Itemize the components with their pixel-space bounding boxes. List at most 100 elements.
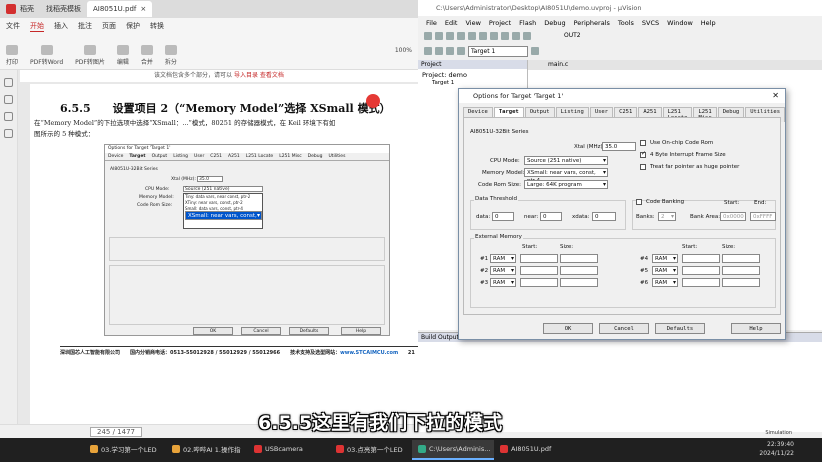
editor-tab-main[interactable]: main.c [528,60,822,70]
ext3-type-select[interactable]: RAM [490,278,516,287]
edit-button[interactable]: 编辑 [116,45,129,66]
ext1-type-select[interactable]: RAM [490,254,516,263]
ext6-type-select[interactable]: RAM [652,278,678,287]
menu-annotate[interactable]: 批注 [78,21,92,31]
menu-file[interactable]: 文件 [6,21,20,31]
ext4-start-input[interactable] [682,254,720,263]
view-doc-link[interactable]: 查看文档 [260,72,284,79]
ok-button[interactable]: OK [543,323,593,334]
bookmark-icon[interactable] [523,31,531,40]
tab-docer[interactable]: 稻壳 [0,1,40,17]
rebuild-icon[interactable] [446,47,454,55]
menu-view[interactable]: View [465,19,480,27]
xtal-input[interactable]: 35.0 [602,142,636,151]
taskbar-item-5[interactable]: C:\Users\Adminis... [412,440,494,460]
taskbar-item-1[interactable]: 03.学习第一个LED [84,440,166,460]
save-icon[interactable] [446,31,454,40]
memory-model-select[interactable]: XSmall: near vars, const, ptr-4 [524,168,608,184]
intr-frame-checkbox[interactable] [640,150,646,158]
print-button[interactable]: 打印 [6,45,18,66]
tab-pdf-document[interactable]: AI8051U.pdf × [87,1,153,17]
ext6-start-input[interactable] [682,278,720,287]
copy-icon[interactable] [468,31,476,40]
close-tab-icon[interactable]: × [140,5,146,13]
code-rom-select[interactable]: Large: 64K program [524,180,608,189]
menu-tools[interactable]: Tools [618,19,634,27]
thumbnail-icon[interactable] [4,95,13,104]
ext1-size-input[interactable] [560,254,598,263]
menu-help[interactable]: Help [701,19,716,27]
close-icon[interactable]: ✕ [772,91,779,100]
menu-project[interactable]: Project [489,19,511,27]
comment-icon[interactable] [4,112,13,121]
tab-find-template[interactable]: 找稻壳模板 [40,1,87,17]
menu-peripherals[interactable]: Peripherals [574,19,610,27]
menu-page[interactable]: 页面 [102,21,116,31]
taskbar-item-2[interactable]: 02.哔哔AI 1.操作指 [166,440,248,460]
defaults-button[interactable]: Defaults [655,323,705,334]
cancel-button[interactable]: Cancel [599,323,649,334]
bank-start-input[interactable]: 0x0000 [720,212,746,221]
merge-button[interactable]: 合并 [140,45,153,66]
import-toc-link[interactable]: 导入目录 [234,72,258,79]
ext5-start-input[interactable] [682,266,720,275]
ext2-start-input[interactable] [520,266,558,275]
menu-protect[interactable]: 保护 [126,21,140,31]
ext3-start-input[interactable] [520,278,558,287]
bank-end-input[interactable]: 0xFFFF [750,212,776,221]
menu-window[interactable]: Window [667,19,693,27]
search-icon[interactable] [4,129,13,138]
find-icon[interactable] [512,31,520,40]
banks-select[interactable]: 2 [658,212,676,221]
project-target[interactable]: Target 1 [418,79,527,86]
menu-home[interactable]: 开始 [30,21,44,32]
menu-edit[interactable]: Edit [445,19,458,27]
ext4-type-select[interactable]: RAM [652,254,678,263]
paste-icon[interactable] [479,31,487,40]
project-root[interactable]: Project: demo [418,69,527,79]
pdf-to-image-button[interactable]: PDF转图片 [75,45,105,66]
floating-record-button[interactable] [366,94,380,108]
menu-convert[interactable]: 转换 [150,21,164,31]
ext2-type-select[interactable]: RAM [490,266,516,275]
taskbar-item-4[interactable]: 03.点亮第一个LED [330,440,412,460]
zoom-level[interactable]: 100% [395,47,412,54]
system-clock[interactable]: 22:39:40 2024/11/22 [759,440,794,458]
pdf-to-word-button[interactable]: PDF转Word [30,45,63,66]
options-icon[interactable] [531,47,539,55]
menu-svcs[interactable]: SVCS [642,19,659,27]
menu-file[interactable]: File [426,19,437,27]
undo-icon[interactable] [490,31,498,40]
code-banking-checkbox[interactable] [636,199,642,205]
menu-flash[interactable]: Flash [519,19,536,27]
taskbar-item-6[interactable]: AI8051U.pdf [494,440,576,460]
taskbar-item-3[interactable]: USBcamera [248,440,330,460]
open-icon[interactable] [435,31,443,40]
data-threshold-input[interactable]: 0 [492,212,514,221]
ext6-size-input[interactable] [722,278,760,287]
cpu-mode-select[interactable]: Source (251 native) [524,156,608,165]
compile-icon[interactable] [424,47,432,55]
target-select[interactable]: Target 1 [468,45,528,57]
new-file-icon[interactable] [424,31,432,40]
ext1-start-input[interactable] [520,254,558,263]
ext2-size-input[interactable] [560,266,598,275]
website-link[interactable]: www.STCAIMCU.com [340,350,398,356]
xdata-threshold-input[interactable]: 0 [592,212,616,221]
ext5-type-select[interactable]: RAM [652,266,678,275]
build-icon[interactable] [435,47,443,55]
ext5-size-input[interactable] [722,266,760,275]
onchip-code-checkbox[interactable] [640,140,646,146]
split-button[interactable]: 拆分 [164,45,177,66]
redo-icon[interactable] [501,31,509,40]
ext4-size-input[interactable] [722,254,760,263]
near-threshold-input[interactable]: 0 [540,212,562,221]
help-button[interactable]: Help [731,323,781,334]
menu-insert[interactable]: 插入 [54,21,68,31]
page-indicator[interactable]: 245 / 1477 [90,426,142,437]
cut-icon[interactable] [457,31,465,40]
download-icon[interactable] [457,47,465,55]
far-pointer-checkbox[interactable] [640,164,646,170]
bookmark-icon[interactable] [4,78,13,87]
menu-debug[interactable]: Debug [544,19,565,27]
